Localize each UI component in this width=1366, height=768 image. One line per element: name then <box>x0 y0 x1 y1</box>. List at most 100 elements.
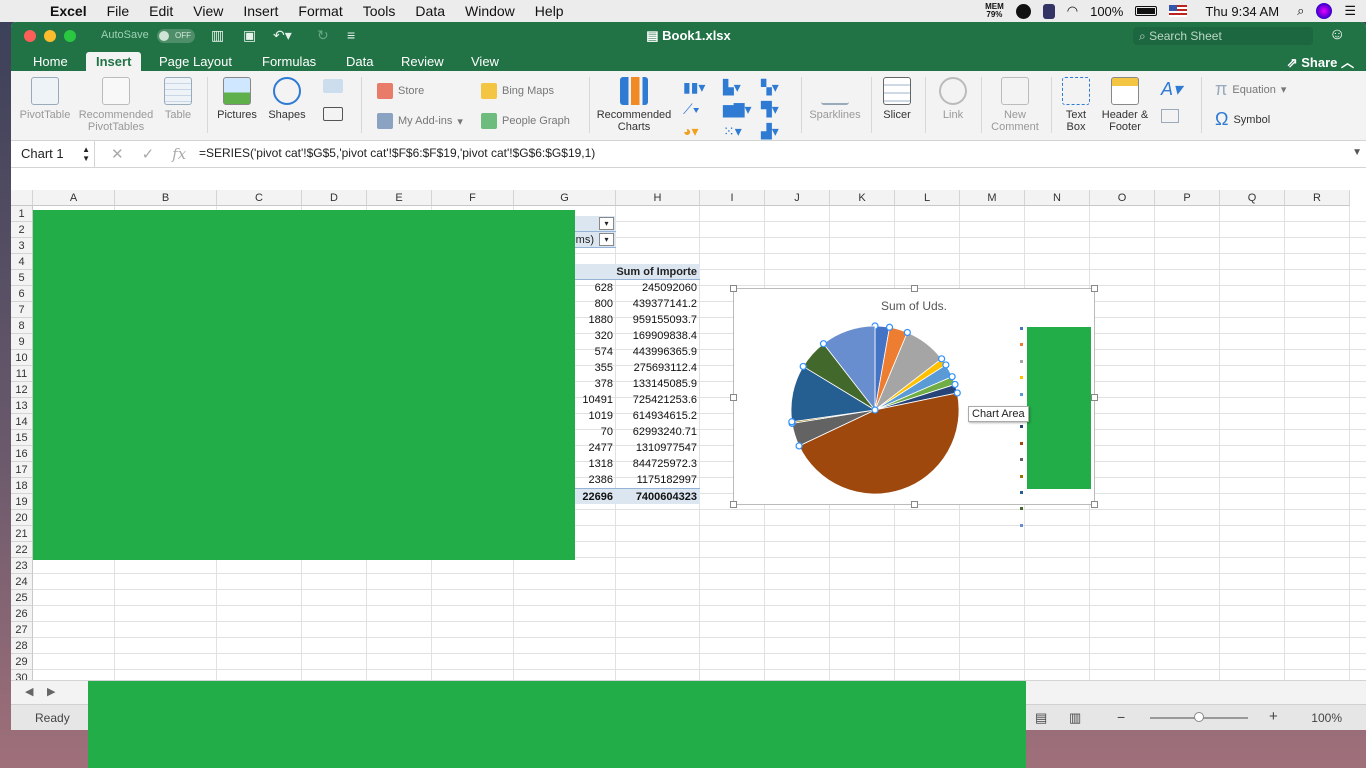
column-header-h[interactable]: H <box>616 190 700 206</box>
enter-formula-icon[interactable]: ✓ <box>142 145 155 163</box>
pivot-cell-h[interactable]: 1175182997 <box>616 472 700 488</box>
row-header[interactable]: 30 <box>11 670 33 680</box>
row-header[interactable]: 20 <box>11 510 33 526</box>
equation-button[interactable]: π Equation ▾ <box>1215 79 1286 100</box>
store-button[interactable]: Store <box>377 83 424 99</box>
pivot-cell-h[interactable]: 245092060 <box>616 280 700 296</box>
slice-selection-handle[interactable] <box>942 361 950 369</box>
pivot-header-h[interactable]: Sum of Importe <box>616 264 700 280</box>
pivot-cell-h[interactable]: 62993240.71 <box>616 424 700 440</box>
tab-formulas[interactable]: Formulas <box>252 52 326 71</box>
table-button[interactable]: Table <box>161 77 195 121</box>
row-header[interactable]: 21 <box>11 526 33 542</box>
next-sheet-arrow-icon[interactable]: ▶ <box>47 685 55 698</box>
tab-view[interactable]: View <box>461 52 509 71</box>
menu-help[interactable]: Help <box>525 3 574 19</box>
row-header[interactable]: 3 <box>11 238 33 254</box>
page-break-view-icon[interactable]: ▥ <box>1069 710 1081 726</box>
sparklines-button[interactable]: Sparklines <box>807 77 863 121</box>
pie-chart[interactable]: Sum of Uds. Chart Area <box>730 285 1098 527</box>
zoom-in-icon[interactable]: + <box>1269 708 1278 725</box>
combo-chart-icon[interactable]: ▜▾ <box>761 101 779 118</box>
skype-icon[interactable] <box>1015 3 1031 19</box>
zoom-slider-thumb[interactable] <box>1194 712 1204 722</box>
siri-icon[interactable] <box>1316 3 1333 19</box>
menu-tools[interactable]: Tools <box>353 3 406 19</box>
input-source-flag-icon[interactable] <box>1169 5 1188 17</box>
row-header[interactable]: 13 <box>11 398 33 414</box>
column-header-n[interactable]: N <box>1025 190 1090 206</box>
filter-dropdown-icon[interactable]: ▾ <box>599 217 614 230</box>
wordart-icon[interactable]: A▾ <box>1161 79 1182 100</box>
slice-selection-handle[interactable] <box>903 328 911 337</box>
menu-format[interactable]: Format <box>288 3 352 19</box>
menu-file[interactable]: File <box>97 3 140 19</box>
hierarchy-chart-icon[interactable]: ▙▾ <box>723 79 741 96</box>
column-header-j[interactable]: J <box>765 190 830 206</box>
select-all-corner[interactable] <box>11 190 33 206</box>
pivot-cell-h[interactable]: 725421253.6 <box>616 392 700 408</box>
row-header[interactable]: 27 <box>11 622 33 638</box>
expand-formula-bar-icon[interactable]: ▼ <box>1352 147 1362 158</box>
column-header-a[interactable]: A <box>33 190 115 206</box>
screenshot-icon[interactable] <box>323 107 343 121</box>
pivottable-button[interactable]: PivotTable <box>19 77 71 121</box>
spreadsheet-grid[interactable]: A B C D E F G H I J K L M N O P Q R 1234… <box>11 190 1366 680</box>
menu-app-excel[interactable]: Excel <box>40 3 97 19</box>
share-button[interactable]: ⇗ Share ︿ <box>1287 52 1354 71</box>
column-header-c[interactable]: C <box>217 190 302 206</box>
pivot-cell-h[interactable]: 959155093.7 <box>616 312 700 328</box>
cancel-formula-icon[interactable]: ✕ <box>111 145 124 163</box>
row-header[interactable]: 6 <box>11 286 33 302</box>
column-header-e[interactable]: E <box>367 190 432 206</box>
row-header[interactable]: 22 <box>11 542 33 558</box>
insert-function-icon[interactable]: fx <box>172 145 186 163</box>
row-header[interactable]: 17 <box>11 462 33 478</box>
column-header-f[interactable]: F <box>432 190 514 206</box>
shapes-button[interactable]: Shapes <box>265 77 309 121</box>
row-header[interactable]: 2 <box>11 222 33 238</box>
menu-edit[interactable]: Edit <box>139 3 183 19</box>
slice-selection-handle[interactable] <box>953 389 961 397</box>
column-chart-icon[interactable]: ▮▮▾ <box>683 79 705 96</box>
column-header-k[interactable]: K <box>830 190 895 206</box>
menu-data[interactable]: Data <box>405 3 455 19</box>
column-header-i[interactable]: I <box>700 190 765 206</box>
row-header[interactable]: 5 <box>11 270 33 286</box>
slice-selection-handle[interactable] <box>788 418 796 426</box>
new-comment-button[interactable]: New Comment <box>987 77 1043 133</box>
row-header[interactable]: 9 <box>11 334 33 350</box>
waterfall-chart-icon[interactable]: ▚▾ <box>761 79 779 96</box>
pivot-cell-h[interactable]: 1310977547 <box>616 440 700 456</box>
row-header[interactable]: 14 <box>11 414 33 430</box>
scatter-chart-icon[interactable]: ⁙▾ <box>723 123 742 140</box>
row-header[interactable]: 15 <box>11 430 33 446</box>
row-header[interactable]: 4 <box>11 254 33 270</box>
row-header[interactable]: 19 <box>11 494 33 510</box>
name-box-stepper-icon[interactable]: ▲ ▼ <box>82 141 90 163</box>
app-status-icon[interactable] <box>1042 3 1055 19</box>
pivot-cell-h[interactable]: 844725972.3 <box>616 456 700 472</box>
menu-insert[interactable]: Insert <box>233 3 288 19</box>
column-header-b[interactable]: B <box>115 190 217 206</box>
column-header-d[interactable]: D <box>302 190 367 206</box>
column-header-g[interactable]: G <box>514 190 616 206</box>
name-box[interactable]: Chart 1 ▲ ▼ <box>11 141 95 167</box>
people-graph-button[interactable]: People Graph <box>481 113 570 129</box>
column-header-o[interactable]: O <box>1090 190 1155 206</box>
row-header[interactable]: 8 <box>11 318 33 334</box>
row-header[interactable]: 10 <box>11 350 33 366</box>
pivot-cell-h[interactable]: 169909838.4 <box>616 328 700 344</box>
slice-selection-handle[interactable] <box>819 340 828 348</box>
pivot-cell-h[interactable]: 133145085.9 <box>616 376 700 392</box>
tab-data[interactable]: Data <box>336 52 383 71</box>
filter-dropdown-icon-2[interactable]: ▾ <box>599 233 614 246</box>
spotlight-search-icon[interactable]: ⌕ <box>1297 3 1304 19</box>
slice-selection-handle[interactable] <box>885 323 894 331</box>
memory-indicator[interactable]: MEM 79% <box>985 3 1004 19</box>
pivotchart-icon[interactable]: ▟▾ <box>761 123 779 140</box>
row-header[interactable]: 23 <box>11 558 33 574</box>
row-header[interactable]: 28 <box>11 638 33 654</box>
pivot-cell-h[interactable]: 614934615.2 <box>616 408 700 424</box>
battery-percent[interactable]: 100% <box>1090 4 1123 19</box>
